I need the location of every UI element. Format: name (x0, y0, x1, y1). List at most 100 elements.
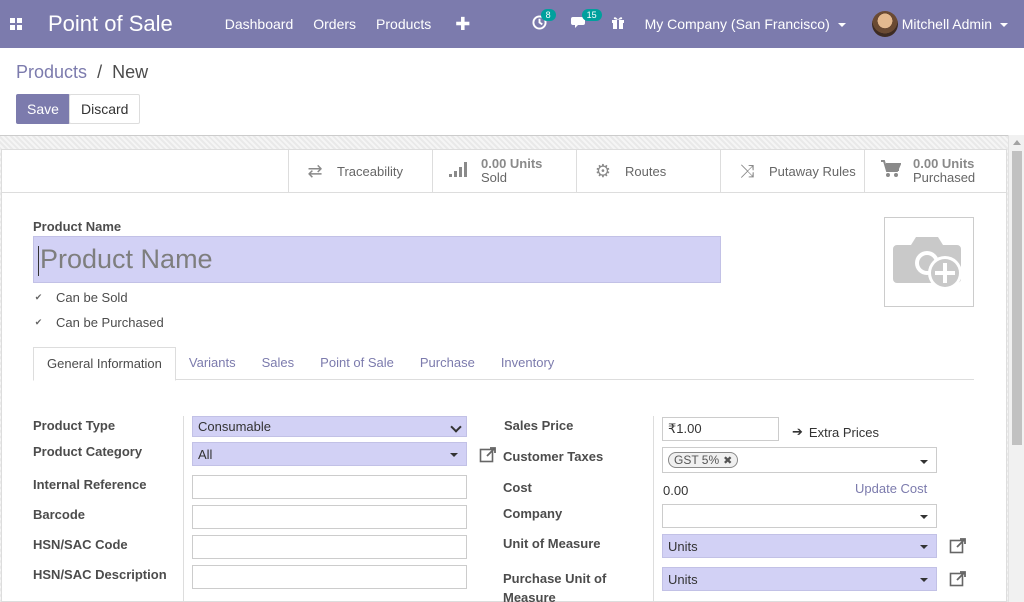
remove-tag-icon[interactable]: ✖ (723, 454, 732, 467)
scroll-up-icon[interactable] (1013, 140, 1021, 145)
product-name-input[interactable]: Product Name (33, 236, 721, 283)
can-be-purchased-checkbox[interactable]: ✔ (33, 317, 44, 328)
vertical-scrollbar[interactable] (1008, 135, 1024, 602)
uom-value: Units (668, 538, 698, 554)
activity-clock-icon[interactable]: 8 (532, 8, 556, 34)
sales-price-input[interactable]: ₹1.00 (662, 417, 779, 441)
caret-down-icon (920, 460, 928, 464)
caret-down-icon (920, 515, 928, 519)
external-link-icon[interactable] (949, 570, 967, 588)
hsn-code-input[interactable] (192, 535, 467, 559)
hsn-description-input[interactable] (192, 565, 467, 589)
discard-button[interactable]: Discard (69, 94, 141, 124)
product-type-label: Product Type (33, 418, 116, 433)
putaway-label: Putaway Rules (769, 163, 856, 179)
can-be-sold-checkbox[interactable]: ✔ (33, 292, 44, 303)
messages-count-badge: 15 (581, 9, 602, 21)
customer-taxes-input[interactable]: GST 5% ✖ (662, 447, 937, 473)
tab-inventory[interactable]: Inventory (488, 347, 567, 379)
app-title[interactable]: Point of Sale (48, 11, 173, 37)
apps-menu-icon[interactable] (0, 0, 32, 48)
menu-orders[interactable]: Orders (313, 16, 356, 32)
routes-label: Routes (625, 163, 667, 179)
arrows-exchange-icon: ⇄ (307, 160, 323, 181)
sold-value: 0.00 Units (481, 156, 543, 171)
barcode-input[interactable] (192, 505, 467, 529)
caret-down-icon (920, 545, 928, 549)
extra-prices-label: Extra Prices (808, 424, 879, 440)
company-name: My Company (San Francisco) (644, 16, 830, 32)
traceability-button[interactable]: ⇄ Traceability (288, 149, 432, 193)
breadcrumb-products-link[interactable]: Products (16, 62, 87, 82)
can-be-purchased-row[interactable]: ✔ Can be Purchased (33, 315, 164, 330)
product-name-placeholder: Product Name (40, 244, 213, 274)
purchased-label: Purchased (913, 170, 976, 185)
menu-dashboard[interactable]: Dashboard (225, 16, 294, 32)
external-link-icon[interactable] (479, 446, 497, 464)
shopping-cart-icon (879, 159, 903, 183)
unit-of-measure-select[interactable]: Units (662, 534, 937, 558)
traceability-label: Traceability (337, 163, 403, 179)
sales-price-value: ₹1.00 (668, 421, 702, 436)
hsn-description-label: HSN/SAC Description (33, 567, 167, 582)
breadcrumb-separator: / (97, 62, 103, 82)
purchase-uom-select[interactable]: Units (662, 567, 937, 591)
tab-purchase[interactable]: Purchase (407, 347, 488, 379)
product-category-value: All (198, 446, 213, 462)
company-switcher[interactable]: My Company (San Francisco) (645, 16, 846, 32)
chevron-down-icon (837, 23, 846, 28)
save-button[interactable]: Save (16, 94, 70, 124)
purchase-uom-label: Purchase Unit of Measure (503, 569, 606, 602)
purchase-uom-value: Units (668, 571, 698, 587)
breadcrumb: Products / New (16, 62, 148, 83)
caret-down-icon (450, 453, 458, 457)
sold-label: Sold (481, 170, 508, 185)
tab-point-of-sale[interactable]: Point of Sale (307, 347, 407, 379)
product-name-label: Product Name (33, 219, 122, 234)
product-category-select[interactable]: All (192, 442, 467, 466)
hsn-code-label: HSN/SAC Code (33, 537, 128, 552)
sold-button[interactable]: 0.00 Units Sold (432, 149, 576, 193)
plus-icon[interactable]: ✚ (455, 14, 470, 35)
random-icon: ⤨ (739, 160, 755, 181)
notebook-tabs: General Information Variants Sales Point… (33, 347, 974, 381)
arrow-right-icon: ➔ (792, 424, 803, 439)
purchased-button[interactable]: 0.00 Units Purchased (864, 149, 1006, 193)
tab-variants[interactable]: Variants (176, 347, 249, 379)
external-link-icon[interactable] (949, 537, 967, 555)
update-cost-link[interactable]: Update Cost (855, 481, 927, 496)
user-name: Mitchell Admin (901, 16, 992, 32)
internal-reference-input[interactable] (192, 475, 467, 499)
can-be-purchased-label: Can be Purchased (56, 315, 164, 330)
gears-icon: ⚙ (594, 160, 612, 181)
company-select[interactable] (662, 504, 937, 528)
text-cursor (38, 245, 39, 276)
user-menu[interactable]: Mitchell Admin (902, 16, 1008, 32)
purchase-uom-label-line2: Measure (503, 590, 556, 602)
messages-chat-icon[interactable]: 15 (570, 9, 602, 33)
barcode-label: Barcode (33, 507, 86, 522)
tab-sales[interactable]: Sales (249, 347, 308, 379)
product-type-value: Consumable (198, 419, 271, 434)
product-category-label: Product Category (33, 444, 143, 459)
extra-prices-button[interactable]: ➔ Extra Prices (792, 424, 879, 440)
caret-down-icon (920, 578, 928, 582)
customer-taxes-label: Customer Taxes (503, 449, 604, 464)
sales-price-label: Sales Price (504, 418, 574, 433)
putaway-rules-button[interactable]: ⤨ Putaway Rules (720, 149, 864, 193)
scroll-thumb[interactable] (1012, 151, 1022, 445)
gift-icon[interactable] (611, 15, 625, 33)
unit-of-measure-label: Unit of Measure (503, 536, 601, 551)
can-be-sold-row[interactable]: ✔ Can be Sold (33, 290, 128, 305)
cost-label: Cost (503, 480, 532, 495)
top-navbar: Point of Sale Dashboard Orders Products … (0, 0, 1024, 48)
avatar[interactable] (871, 11, 898, 37)
can-be-sold-label: Can be Sold (56, 290, 128, 305)
purchase-uom-label-line1: Purchase Unit of (503, 571, 607, 586)
menu-products[interactable]: Products (376, 16, 431, 32)
tab-general-information[interactable]: General Information (33, 347, 176, 381)
product-type-select[interactable]: Consumable (192, 416, 467, 437)
chevron-down-icon (450, 421, 462, 433)
product-image-upload[interactable] (884, 217, 974, 307)
routes-button[interactable]: ⚙ Routes (576, 149, 720, 193)
